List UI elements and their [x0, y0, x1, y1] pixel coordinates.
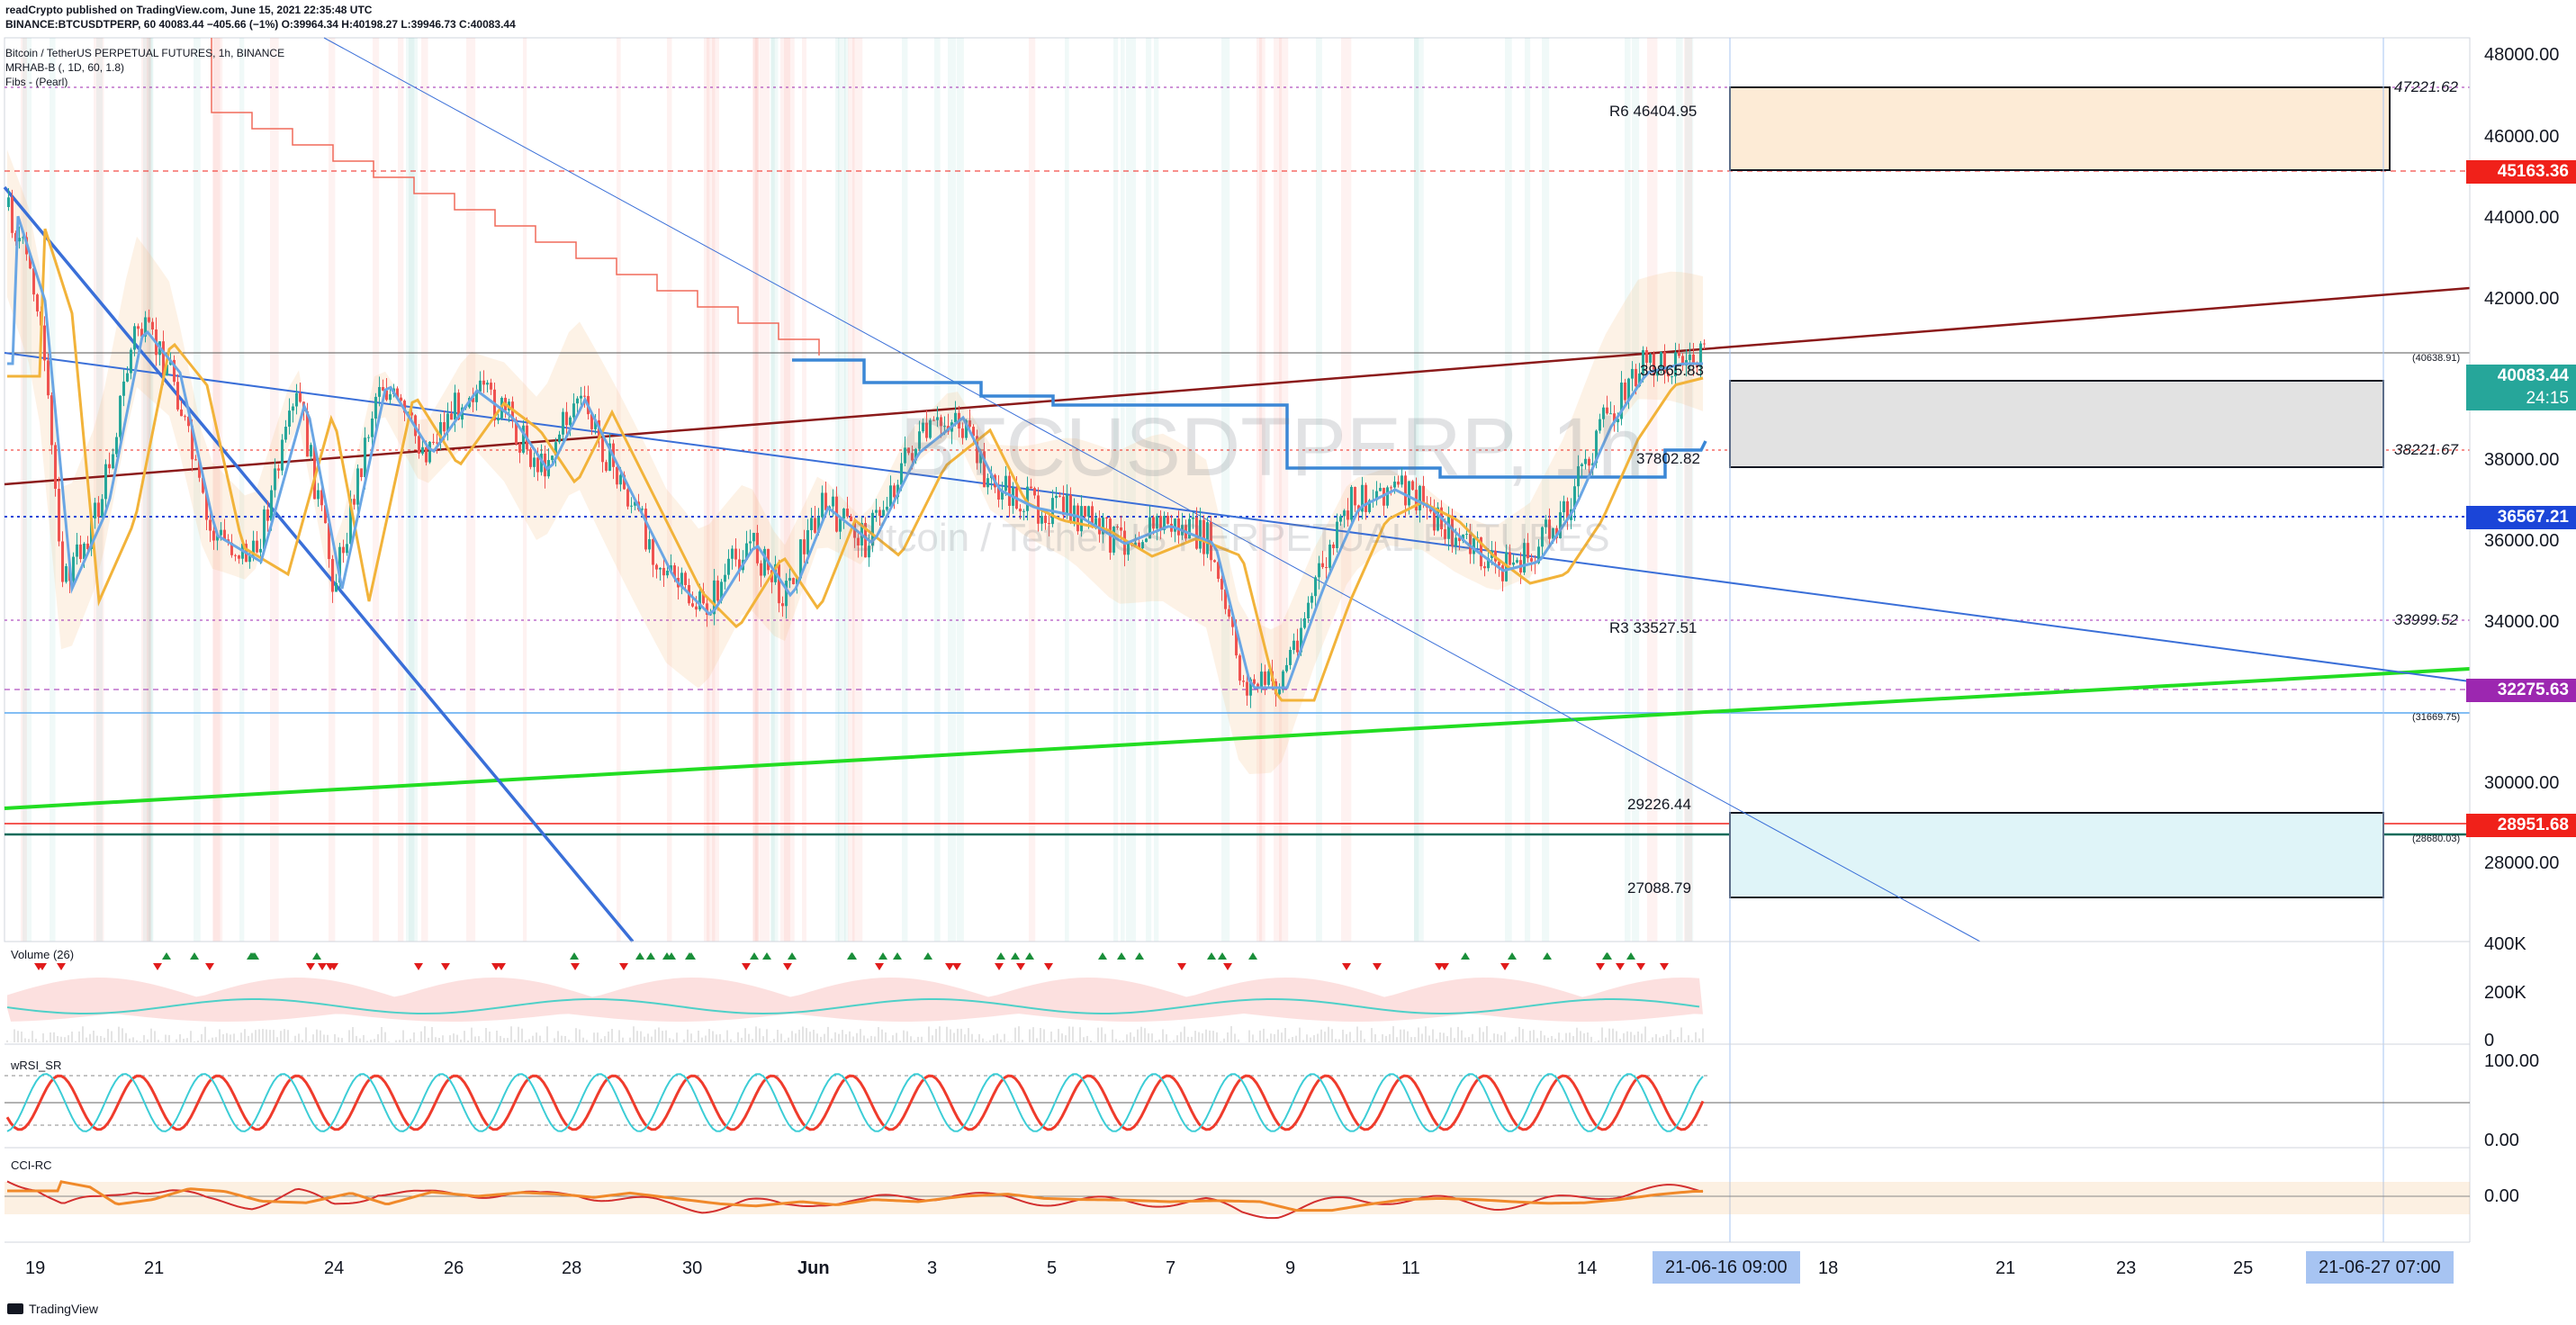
volume-tick: 400K [2484, 934, 2526, 954]
fib-level-label: (31669.75) [2412, 712, 2461, 723]
symbol-watermark: BTCUSDTPERP, 1h [900, 401, 1644, 493]
fib-level-label: 37802.82 [1636, 450, 1700, 467]
price-tick: 48000.00 [2484, 45, 2560, 65]
fib-level-label: 33999.52 [2394, 611, 2458, 628]
price-tick: 38000.00 [2484, 450, 2560, 470]
volume-tick: 200K [2484, 983, 2526, 1003]
price-label-28951: 28951.68 [2466, 814, 2576, 837]
price-tick: 34000.00 [2484, 612, 2560, 632]
symbol-ohlc-line: BINANCE:BTCUSDTPERP, 60 40083.44 −405.66… [5, 18, 516, 31]
fib-level-label: 39865.83 [1640, 362, 1704, 379]
cci-tick: 0.00 [2484, 1186, 2519, 1206]
r6-label: R6 46404.95 [1609, 103, 1698, 120]
wrsi-pane-title[interactable]: wRSI_SR [11, 1059, 61, 1072]
time-tick: 11 [1401, 1258, 1420, 1278]
indicator-legend-mrhab[interactable]: MRHAB-B (, 1D, 60, 1.8) [5, 61, 124, 74]
price-tick: 28000.00 [2484, 853, 2560, 873]
time-marker-box: 21-06-27 07:00 [2306, 1251, 2454, 1284]
time-tick: 21 [1995, 1258, 2016, 1278]
tradingview-logo-icon [7, 1303, 23, 1314]
time-tick: 30 [682, 1258, 703, 1278]
time-tick: 21 [144, 1258, 165, 1278]
volume-pane-title[interactable]: Volume (26) [11, 948, 74, 961]
fib-level-label: 47221.62 [2394, 78, 2458, 95]
volume-tick: 0 [2484, 1031, 2495, 1050]
price-label-45163: 45163.36 [2466, 160, 2576, 184]
time-tick: 9 [1285, 1258, 1296, 1278]
fib-level-label: (28680.03) [2412, 834, 2461, 844]
time-marker-box: 21-06-16 09:00 [1653, 1251, 1800, 1284]
publish-line: readCrypto published on TradingView.com,… [5, 4, 373, 16]
time-tick: 26 [444, 1258, 464, 1278]
fib-level-label: 29226.44 [1627, 796, 1691, 813]
time-tick: 24 [324, 1258, 345, 1278]
time-tick: 18 [1818, 1258, 1839, 1278]
time-tick: Jun [797, 1258, 830, 1278]
fib-level-label: 27088.79 [1627, 879, 1691, 897]
countdown-label: 24:15 [2466, 387, 2576, 410]
price-tick: 36000.00 [2484, 531, 2560, 551]
price-tick: 46000.00 [2484, 127, 2560, 147]
wrsi-tick: 0.00 [2484, 1131, 2519, 1150]
wrsi-tick: 100.00 [2484, 1051, 2540, 1071]
time-tick: 7 [1166, 1258, 1176, 1278]
time-tick: 25 [2233, 1258, 2254, 1278]
fib-level-label: 38221.67 [2394, 441, 2458, 458]
time-tick: 5 [1047, 1258, 1058, 1278]
price-tick: 30000.00 [2484, 773, 2560, 793]
tradingview-footer[interactable]: TradingView [7, 1302, 98, 1316]
fib-level-label: (40638.91) [2412, 353, 2461, 364]
time-tick: 28 [562, 1258, 582, 1278]
cci-pane-title[interactable]: CCI-RC [11, 1158, 52, 1172]
time-tick: 14 [1577, 1258, 1598, 1278]
indicator-legend-fibs[interactable]: Fibs - (Pearl) [5, 76, 68, 88]
price-tick: 44000.00 [2484, 208, 2560, 228]
price-label-36567: 36567.21 [2466, 506, 2576, 529]
time-tick: 19 [25, 1258, 46, 1278]
time-tick: 3 [927, 1258, 938, 1278]
r3-label: R3 33527.51 [1609, 619, 1698, 636]
price-label-32275: 32275.63 [2466, 679, 2576, 702]
symbol-legend[interactable]: Bitcoin / TetherUS PERPETUAL FUTURES, 1h… [5, 47, 284, 59]
price-tick: 42000.00 [2484, 289, 2560, 309]
time-tick: 23 [2116, 1258, 2137, 1278]
name-watermark: Bitcoin / TetherUS PERPETUAL FUTURES [851, 516, 1610, 560]
last-price-label: 40083.44 [2466, 365, 2576, 388]
main-chart[interactable] [0, 0, 2576, 1325]
